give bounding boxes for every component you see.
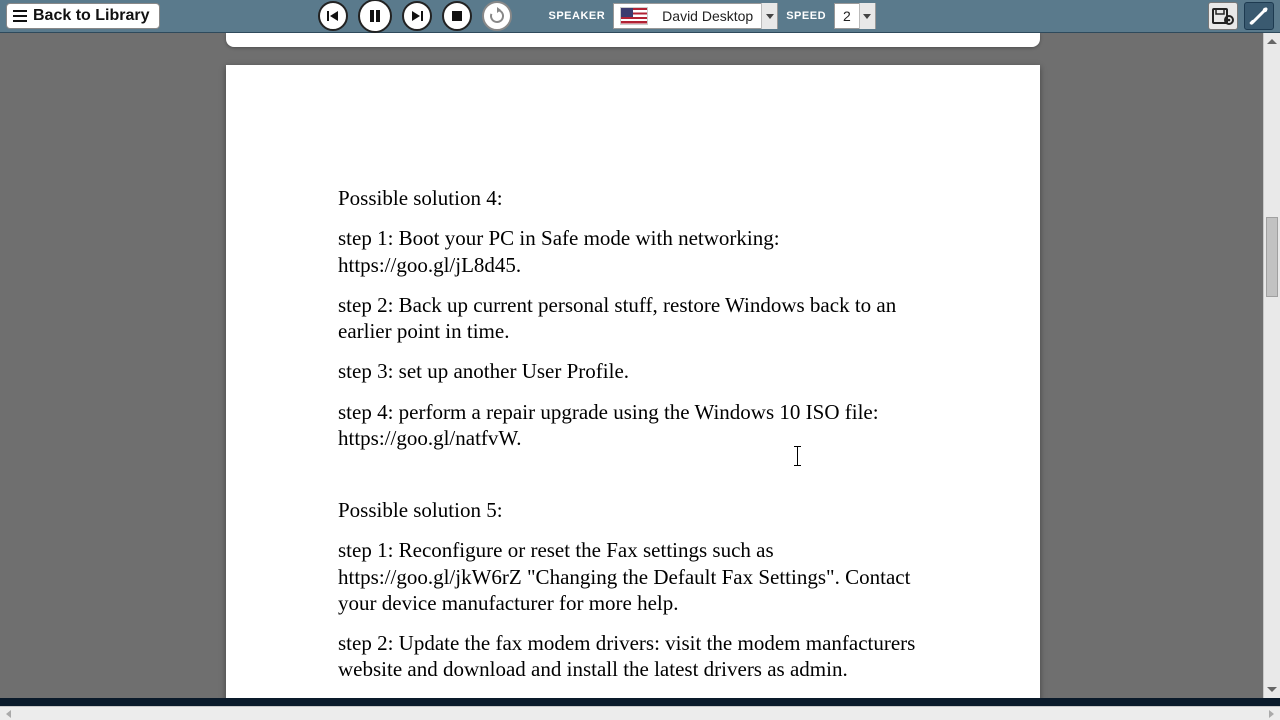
- skip-back-icon: [326, 9, 340, 23]
- paragraph: step 3: set up another User Profile.: [338, 358, 930, 384]
- chevron-down-icon[interactable]: [859, 3, 875, 29]
- back-to-library-button[interactable]: Back to Library: [6, 3, 160, 29]
- highlighted-paragraph: FYI: this might be a problem that happen…: [338, 697, 930, 699]
- disk-audio-icon: [1212, 6, 1234, 26]
- paragraph: step 4: perform a repair upgrade using t…: [338, 399, 930, 452]
- paragraph: step 1: Reconfigure or reset the Fax set…: [338, 537, 930, 616]
- stop-button[interactable]: [442, 1, 472, 31]
- pause-button[interactable]: [358, 0, 392, 33]
- document-page[interactable]: Possible solution 4: step 1: Boot your P…: [226, 65, 1040, 698]
- paragraph: step 1: Boot your PC in Safe mode with n…: [338, 225, 930, 278]
- speaker-select[interactable]: David Desktop: [613, 3, 778, 29]
- speed-label: SPEED: [786, 10, 826, 22]
- stop-icon: [451, 10, 463, 22]
- taskbar: [0, 698, 1280, 706]
- transport-controls: [318, 0, 512, 33]
- toolbar: Back to Library: [0, 0, 1280, 33]
- vertical-scrollbar[interactable]: [1263, 33, 1280, 698]
- scroll-down-button[interactable]: [1264, 681, 1280, 698]
- paragraph: Possible solution 5:: [338, 497, 930, 523]
- scroll-right-button[interactable]: [1263, 707, 1280, 720]
- pause-icon: [368, 9, 382, 23]
- previous-page-edge: [226, 33, 1040, 47]
- speaker-label: SPEAKER: [548, 10, 605, 22]
- chevron-down-icon[interactable]: [761, 3, 777, 29]
- paragraph: Possible solution 4:: [338, 185, 930, 211]
- right-tools: [1208, 2, 1274, 30]
- text-cursor-icon: [797, 446, 798, 466]
- save-audio-button[interactable]: [1208, 2, 1238, 30]
- next-button[interactable]: [402, 1, 432, 31]
- previous-button[interactable]: [318, 1, 348, 31]
- horizontal-scrollbar[interactable]: [0, 706, 1280, 720]
- loop-icon: [488, 7, 506, 25]
- highlight: FYI: this might be a problem that happen…: [338, 698, 908, 699]
- scroll-left-button[interactable]: [0, 707, 17, 720]
- speaker-value: David Desktop: [654, 8, 761, 24]
- skip-forward-icon: [410, 9, 424, 23]
- settings-button[interactable]: [1244, 2, 1274, 30]
- list-icon: [13, 10, 27, 22]
- paragraph: step 2: Update the fax modem drivers: vi…: [338, 630, 930, 683]
- loop-button[interactable]: [482, 1, 512, 31]
- us-flag-icon: [620, 7, 648, 25]
- scroll-track[interactable]: [1264, 50, 1280, 681]
- speed-select[interactable]: 2: [834, 3, 876, 29]
- tools-icon: [1249, 6, 1269, 26]
- paragraph: step 2: Back up current personal stuff, …: [338, 292, 930, 345]
- speed-value: 2: [835, 8, 859, 24]
- scroll-up-button[interactable]: [1264, 33, 1280, 50]
- back-label: Back to Library: [33, 7, 149, 25]
- document-viewport: Possible solution 4: step 1: Boot your P…: [0, 33, 1280, 698]
- scroll-thumb[interactable]: [1266, 217, 1278, 297]
